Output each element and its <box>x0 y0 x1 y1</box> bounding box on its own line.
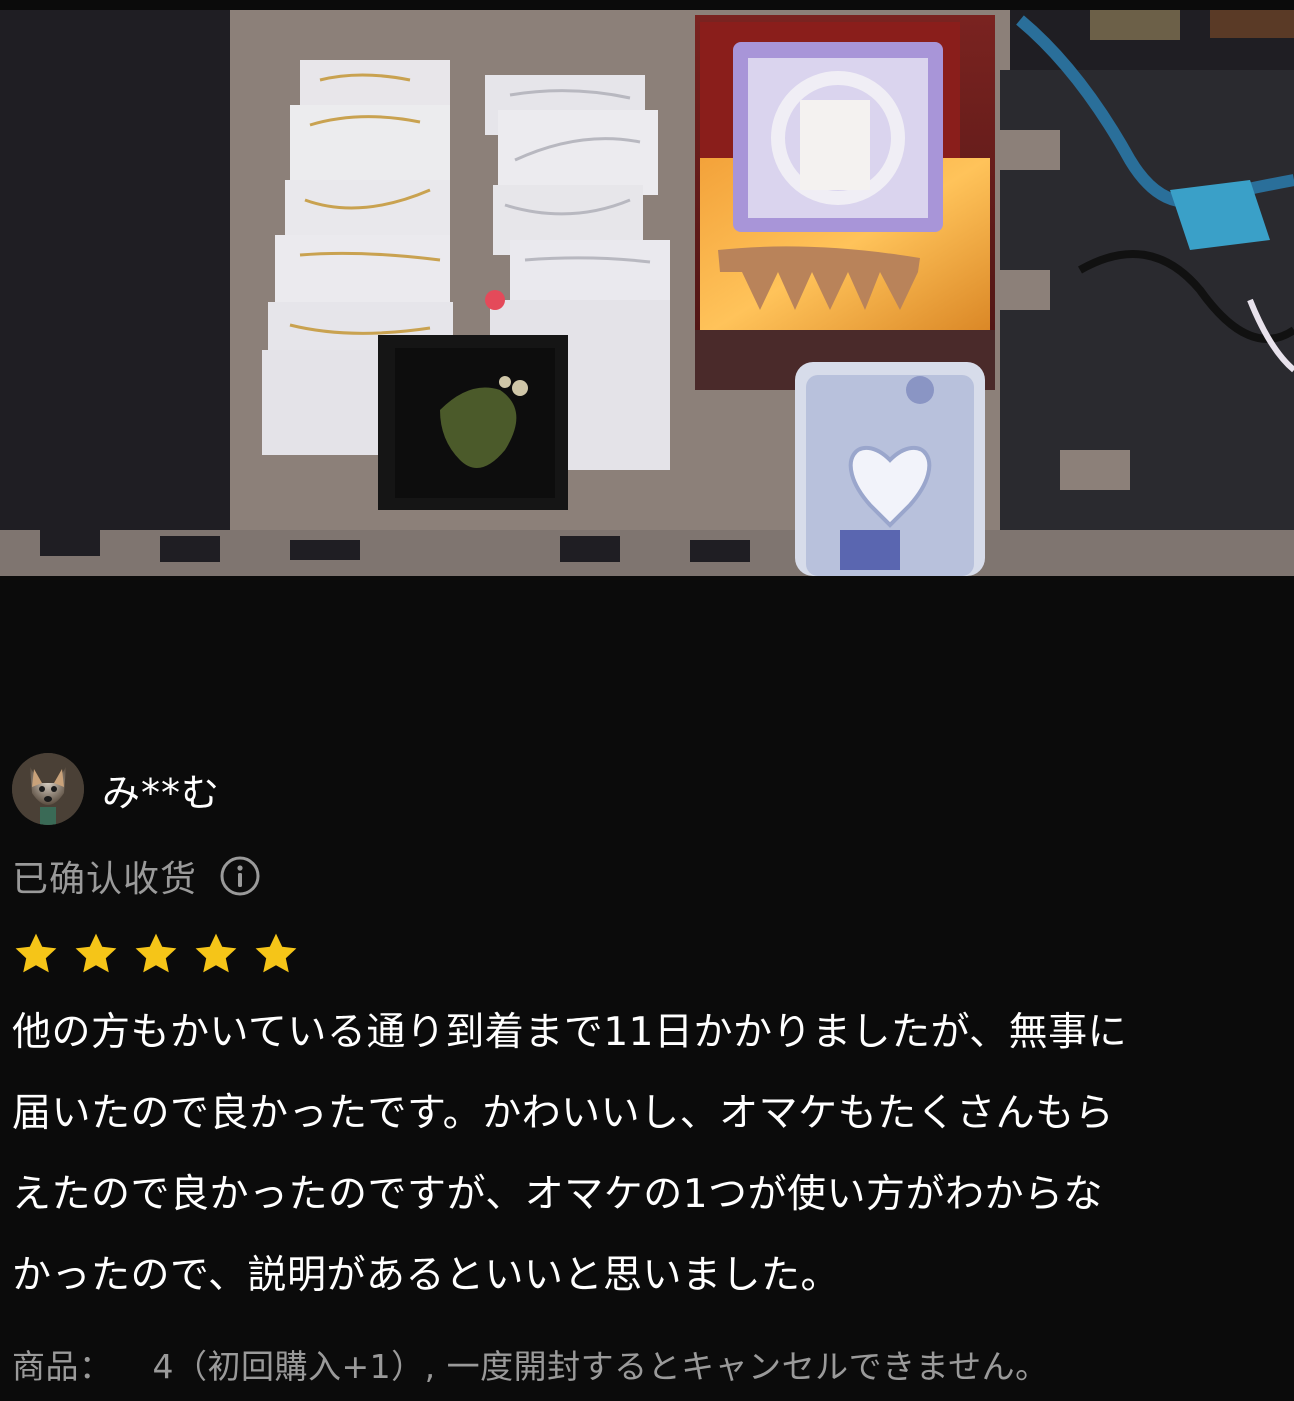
star-icon <box>75 933 117 973</box>
delivery-status-row: 已确认收货 <box>12 848 261 904</box>
avatar-dog-image <box>12 753 84 825</box>
star-icon <box>255 933 297 973</box>
reviewer-name: み**む <box>102 770 221 815</box>
review-text: 他の方もかいている通り到着まで11日かかりましたが、無事に 届いたので良かったで… <box>12 992 1284 1316</box>
product-variant-info: 商品： 4（初回購入+1）, 一度開封するとキャンセルできません。 <box>12 1340 1284 1388</box>
review-page: み**む 已确认收货 他の方もかいている通り到着まで11日かかりましたが、無事に… <box>0 0 1294 1401</box>
star-icon <box>15 933 57 973</box>
reviewer-header: み**む <box>12 752 220 826</box>
star-icon <box>135 933 177 973</box>
delivery-status-text: 已确认收货 <box>12 859 198 900</box>
review-text-line: 届いたので良かったです。かわいいし、オマケもたくさんもら <box>12 1091 1115 1136</box>
review-text-line: えたので良かったのですが、オマケの1つが使い方がわからな <box>12 1172 1104 1217</box>
star-icon <box>195 933 237 973</box>
product-label: 商品： <box>12 1347 113 1386</box>
info-circle-icon[interactable] <box>219 855 261 897</box>
avatar[interactable] <box>12 753 84 825</box>
photo-illustration <box>0 10 1294 576</box>
star-rating <box>12 928 312 980</box>
review-photo[interactable] <box>0 10 1294 576</box>
product-variant-value: 4（初回購入+1）, 一度開封するとキャンセルできません。 <box>152 1347 1049 1386</box>
review-text-line: 他の方もかいている通り到着まで11日かかりましたが、無事に <box>12 1010 1128 1055</box>
review-text-line: かったので、説明があるといいと思いました。 <box>12 1253 840 1298</box>
